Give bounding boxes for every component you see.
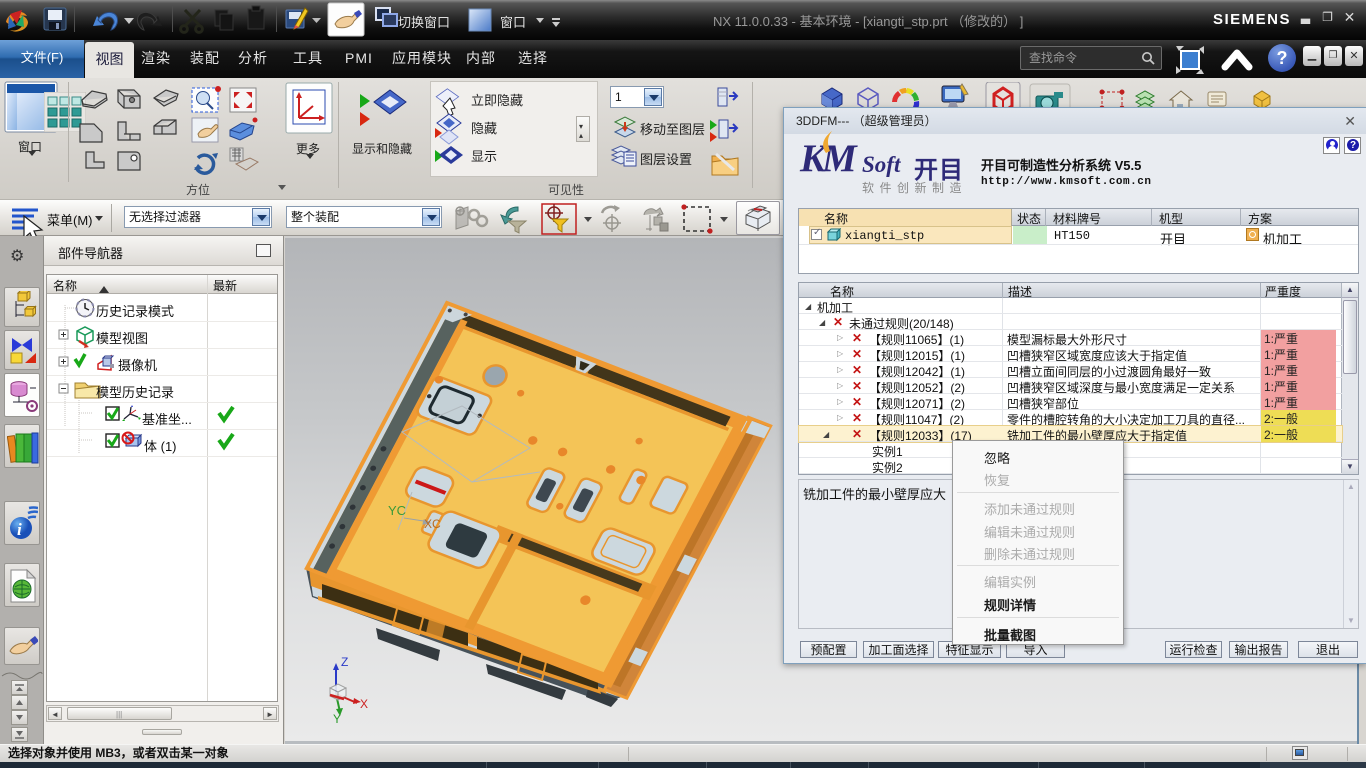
svg-text:XC: XC bbox=[424, 517, 441, 531]
svg-text:Z: Z bbox=[341, 655, 348, 669]
svg-text:YC: YC bbox=[388, 503, 406, 518]
svg-text:显示: 显示 bbox=[471, 149, 497, 164]
svg-text:立即隐藏: 立即隐藏 bbox=[471, 93, 523, 108]
svg-text:i: i bbox=[17, 520, 22, 539]
svg-text:Y: Y bbox=[333, 712, 341, 726]
svg-text:X: X bbox=[360, 697, 368, 711]
svg-text:隐藏: 隐藏 bbox=[471, 121, 497, 136]
